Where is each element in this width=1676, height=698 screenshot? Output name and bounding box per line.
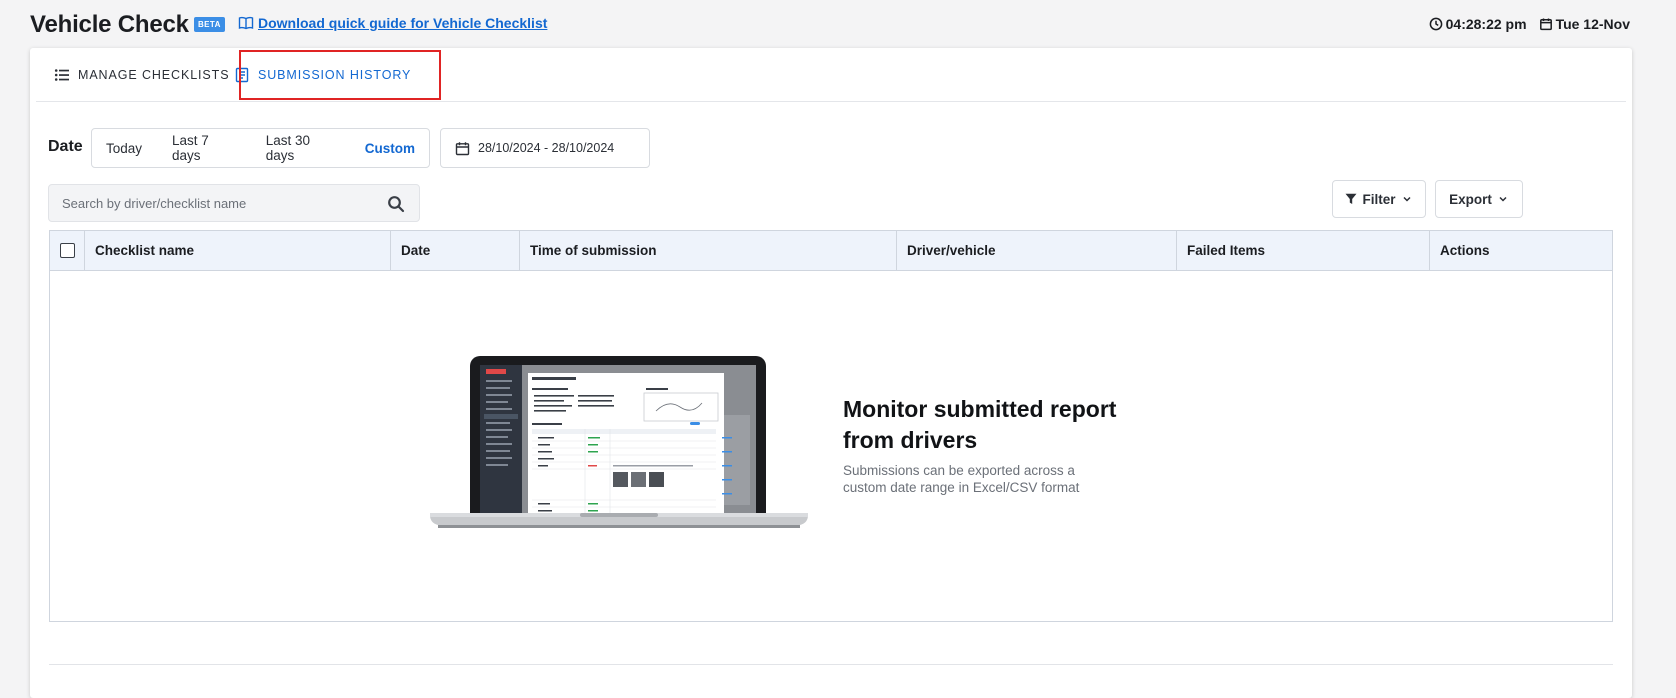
download-guide-label: Download quick guide for Vehicle Checkli… <box>258 15 548 31</box>
download-guide-link[interactable]: Download quick guide for Vehicle Checkli… <box>238 15 547 31</box>
range-option-custom[interactable]: Custom <box>365 141 415 156</box>
chevron-down-icon <box>1499 196 1507 202</box>
submissions-table: Checklist name Date Time of submission D… <box>49 230 1613 622</box>
select-all-cell <box>50 231 84 270</box>
chevron-down-icon <box>1402 196 1411 202</box>
range-option-today[interactable]: Today <box>106 141 142 156</box>
search-box <box>48 184 420 222</box>
column-header-driver-vehicle[interactable]: Driver/vehicle <box>896 231 1176 270</box>
table-header: Checklist name Date Time of submission D… <box>50 231 1612 271</box>
tab-submission-history[interactable]: SUBMISSION HISTORY <box>234 48 411 102</box>
date-range-options: Today Last 7 days Last 30 days Custom <box>91 128 430 168</box>
export-button[interactable]: Export <box>1435 180 1523 218</box>
laptop-illustration <box>430 356 808 528</box>
current-time: 04:28:22 pm <box>1445 16 1527 32</box>
current-date: Tue 12-Nov <box>1555 16 1630 32</box>
main-card: MANAGE CHECKLISTS SUBMISSION HISTORY Dat… <box>30 48 1632 698</box>
tab-manage-checklists[interactable]: MANAGE CHECKLISTS <box>54 48 229 102</box>
bottom-divider <box>49 664 1613 665</box>
export-label: Export <box>1449 191 1492 207</box>
filter-label: Filter <box>1362 191 1396 207</box>
document-icon <box>235 67 249 83</box>
clock-icon <box>1429 17 1442 31</box>
tab-history-label: SUBMISSION HISTORY <box>258 68 412 82</box>
book-icon <box>238 16 254 30</box>
header-clock: 04:28:22 pm Tue 12-Nov <box>1429 16 1630 32</box>
empty-state-description: Submissions can be exported across a cus… <box>843 463 1080 495</box>
column-header-failed-items[interactable]: Failed Items <box>1176 231 1429 270</box>
column-header-actions: Actions <box>1429 231 1613 270</box>
select-all-checkbox[interactable] <box>59 243 75 258</box>
date-range-picker[interactable]: 28/10/2024 - 28/10/2024 <box>440 128 650 168</box>
calendar-icon <box>455 141 470 155</box>
range-option-last-7-days[interactable]: Last 7 days <box>172 133 240 163</box>
tab-manage-label: MANAGE CHECKLISTS <box>78 68 230 82</box>
column-header-time-of-submission[interactable]: Time of submission <box>519 231 896 270</box>
empty-state-title: Monitor submitted report from drivers <box>843 396 1117 453</box>
calendar-icon <box>1539 18 1552 31</box>
column-header-date[interactable]: Date <box>390 231 519 270</box>
search-input[interactable] <box>49 185 379 221</box>
range-option-last-30-days[interactable]: Last 30 days <box>266 133 341 163</box>
column-header-checklist-name[interactable]: Checklist name <box>84 231 390 270</box>
date-range-value: 28/10/2024 - 28/10/2024 <box>478 141 615 155</box>
page-header: Vehicle Check BETA Download quick guide … <box>30 10 1630 38</box>
page-title: Vehicle Check <box>30 11 189 38</box>
list-icon <box>54 69 69 81</box>
filter-icon <box>1345 193 1357 204</box>
filter-button[interactable]: Filter <box>1332 180 1426 218</box>
date-label: Date <box>48 138 83 155</box>
beta-badge: BETA <box>194 17 225 32</box>
tab-bar: MANAGE CHECKLISTS SUBMISSION HISTORY <box>36 48 1626 102</box>
search-icon[interactable] <box>387 195 405 213</box>
